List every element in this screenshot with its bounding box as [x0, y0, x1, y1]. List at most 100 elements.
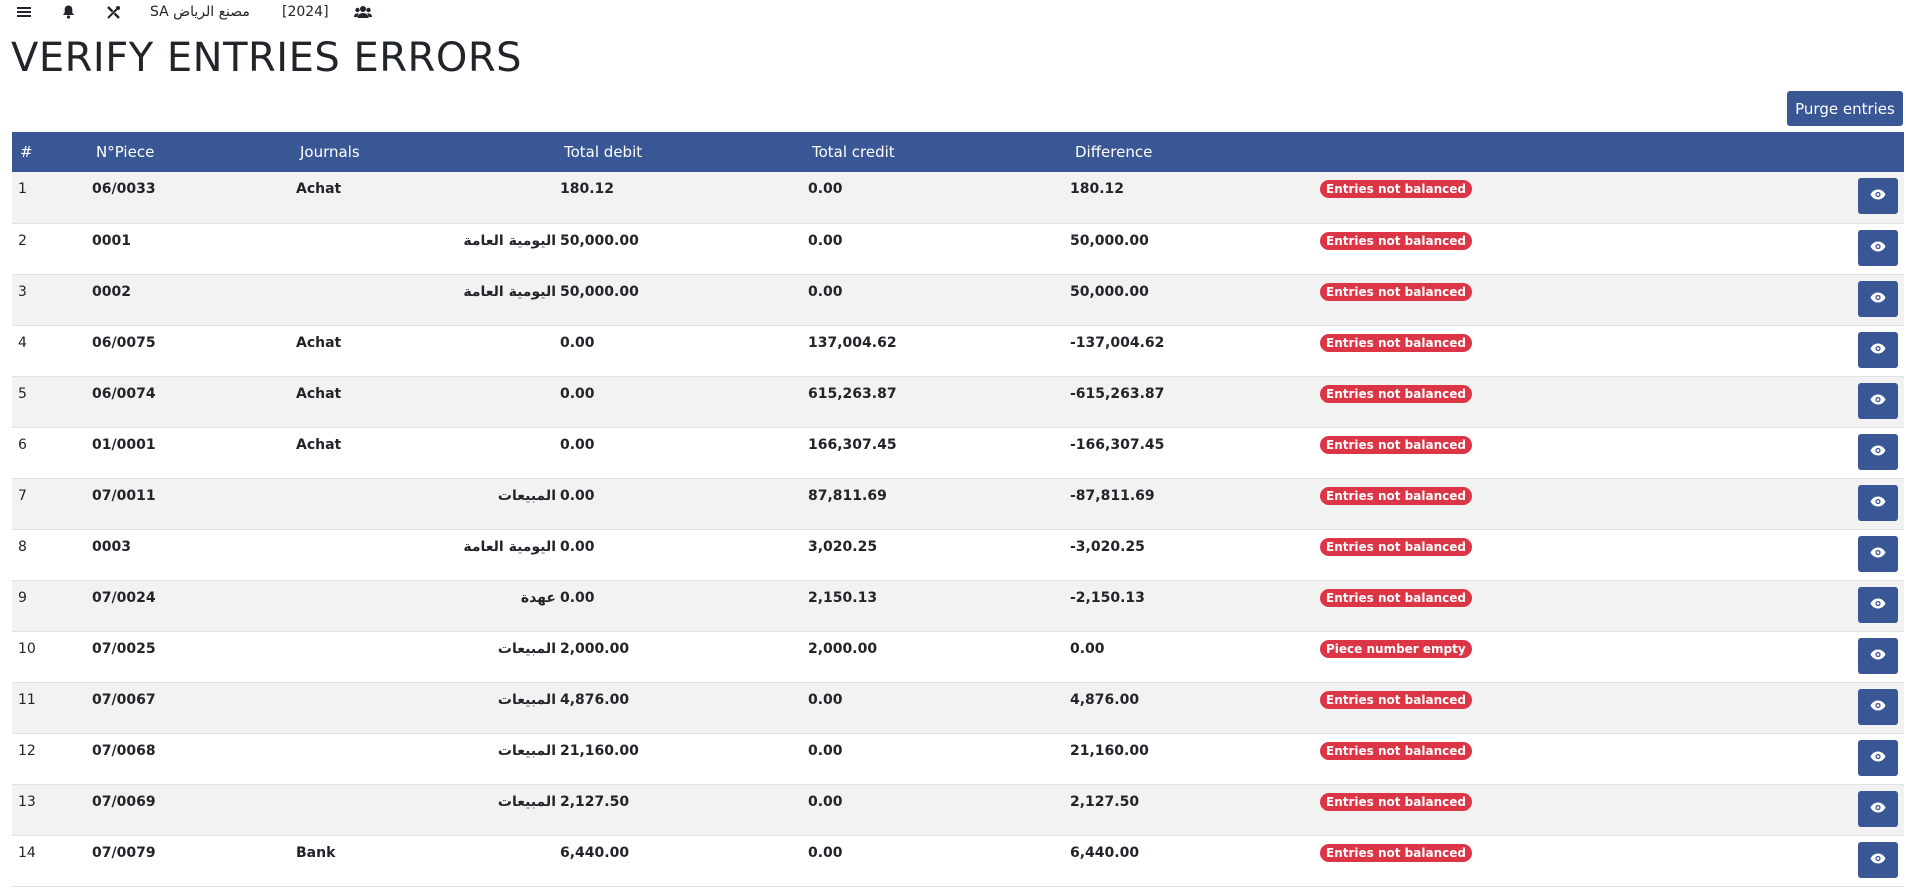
- row-index: 14: [18, 844, 36, 861]
- view-entry-button[interactable]: [1858, 484, 1898, 521]
- header-col-error: [1320, 132, 1800, 172]
- total-debit: 0.00: [560, 334, 595, 351]
- total-debit: 0.00: [560, 589, 595, 606]
- company-name[interactable]: مصنع الرياض SA: [150, 2, 250, 22]
- header-col-journals: Journals: [300, 143, 360, 161]
- hamburger-menu-icon[interactable]: [17, 2, 31, 22]
- table-row: 13 07/0069 المبيعات 2,127.50 0.00 2,127.50 Ent…: [12, 784, 1904, 835]
- table-row: 12 07/0068 المبيعات 21,160.00 0.00 21,160.00 E…: [12, 733, 1904, 784]
- view-entry-button[interactable]: [1858, 790, 1898, 827]
- total-debit: 0.00: [560, 487, 595, 504]
- top-navbar: مصنع الرياض SA [2024]: [0, 0, 1906, 24]
- difference: -3,020.25: [1070, 538, 1145, 555]
- eye-icon: [1870, 444, 1886, 460]
- header-col-total-credit: Total credit: [812, 143, 895, 161]
- view-entry-button[interactable]: [1858, 586, 1898, 623]
- table-row: 10 07/0025 المبيعات 2,000.00 2,000.00 0.00 Pie…: [12, 631, 1904, 682]
- journal-name: المبيعات: [497, 487, 556, 504]
- entries-errors-table: # N°Piece Journals Total debit Total credit D…: [12, 132, 1904, 887]
- error-cell: Entries not balanced: [1320, 274, 1800, 325]
- actions-cell: [1800, 835, 1904, 886]
- eye-icon: [1870, 852, 1886, 868]
- eye-icon: [1870, 240, 1886, 256]
- view-entry-button[interactable]: [1858, 382, 1898, 419]
- tools-icon[interactable]: [106, 2, 121, 22]
- total-credit: 0.00: [808, 742, 843, 759]
- status-badge: Entries not balanced: [1320, 333, 1472, 352]
- piece-number: 06/0075: [92, 334, 156, 351]
- row-index: 1: [18, 181, 27, 197]
- bell-icon[interactable]: [62, 2, 75, 22]
- row-index: 5: [18, 385, 27, 402]
- status-badge: Entries not balanced: [1320, 741, 1472, 760]
- status-badge: Entries not balanced: [1320, 486, 1472, 505]
- status-badge: Entries not balanced: [1320, 537, 1472, 556]
- total-debit: 2,000.00: [560, 640, 630, 657]
- view-entry-button[interactable]: [1858, 331, 1898, 368]
- view-entry-button[interactable]: [1858, 433, 1898, 470]
- status-badge: Entries not balanced: [1320, 588, 1472, 607]
- header-col-difference: Difference: [1075, 143, 1153, 161]
- header-col-index: #: [20, 143, 33, 161]
- total-credit: 137,004.62: [808, 334, 897, 351]
- row-index: 11: [18, 691, 36, 708]
- difference: 180.12: [1070, 181, 1125, 197]
- view-entry-button[interactable]: [1858, 178, 1898, 214]
- total-credit: 0.00: [808, 691, 843, 708]
- view-entry-button[interactable]: [1858, 688, 1898, 725]
- journal-name: Achat: [296, 181, 342, 197]
- eye-icon: [1870, 393, 1886, 409]
- total-credit: 0.00: [808, 181, 843, 197]
- row-index: 4: [18, 334, 27, 351]
- view-entry-button[interactable]: [1858, 637, 1898, 674]
- error-cell: Entries not balanced: [1320, 478, 1800, 529]
- eye-icon: [1870, 495, 1886, 511]
- error-cell: Entries not balanced: [1320, 223, 1800, 274]
- journal-name: المبيعات: [497, 640, 556, 657]
- fiscal-year[interactable]: [2024]: [282, 2, 329, 22]
- table-row: 3 0002 اليومية العامة 50,000.00 0.00 50,000.0…: [12, 274, 1904, 325]
- row-index: 2: [18, 232, 27, 249]
- table-row: 1 06/0033 Achat 180.12 0.00 180.12 Entries not…: [12, 172, 1904, 223]
- view-entry-button[interactable]: [1858, 280, 1898, 317]
- error-cell: Entries not balanced: [1320, 325, 1800, 376]
- piece-number: 0002: [92, 283, 131, 300]
- journal-name: المبيعات: [497, 691, 556, 708]
- row-index: 9: [18, 589, 27, 606]
- view-entry-button[interactable]: [1858, 229, 1898, 266]
- status-badge: Entries not balanced: [1320, 282, 1472, 301]
- total-debit: 2,127.50: [560, 793, 630, 810]
- actions-cell: [1800, 529, 1904, 580]
- row-index: 13: [18, 793, 36, 810]
- journal-name: اليومية العامة: [463, 232, 556, 249]
- journal-name: اليومية العامة: [463, 283, 556, 300]
- row-index: 12: [18, 742, 36, 759]
- table-row: 6 01/0001 Achat 0.00 166,307.45 -166,307.45 En…: [12, 427, 1904, 478]
- users-icon[interactable]: [354, 2, 372, 22]
- error-cell: Entries not balanced: [1320, 376, 1800, 427]
- purge-entries-button[interactable]: Purge entries: [1787, 91, 1903, 126]
- view-entry-button[interactable]: [1858, 535, 1898, 572]
- table-body: 1 06/0033 Achat 180.12 0.00 180.12 Entries not…: [12, 172, 1904, 886]
- total-debit: 0.00: [560, 436, 595, 453]
- row-index: 8: [18, 538, 27, 555]
- actions-cell: [1800, 427, 1904, 478]
- status-badge: Entries not balanced: [1320, 843, 1472, 862]
- row-index: 6: [18, 436, 27, 453]
- actions-cell: [1800, 274, 1904, 325]
- total-debit: 50,000.00: [560, 232, 639, 249]
- total-credit: 2,150.13: [808, 589, 878, 606]
- table-row: 9 07/0024 عهدة 0.00 2,150.13 -2,150.13 Entries…: [12, 580, 1904, 631]
- actions-cell: [1800, 631, 1904, 682]
- journal-name: Achat: [296, 385, 342, 402]
- journal-name: Achat: [296, 334, 342, 351]
- view-entry-button[interactable]: [1858, 739, 1898, 776]
- view-entry-button[interactable]: [1858, 841, 1898, 878]
- journal-name: المبيعات: [497, 793, 556, 810]
- table-row: 4 06/0075 Achat 0.00 137,004.62 -137,004.62 En…: [12, 325, 1904, 376]
- status-badge: Entries not balanced: [1320, 435, 1472, 454]
- actions-cell: [1800, 733, 1904, 784]
- total-debit: 4,876.00: [560, 691, 630, 708]
- table-row: 2 0001 اليومية العامة 50,000.00 0.00 50,000.0…: [12, 223, 1904, 274]
- status-badge: Entries not balanced: [1320, 792, 1472, 811]
